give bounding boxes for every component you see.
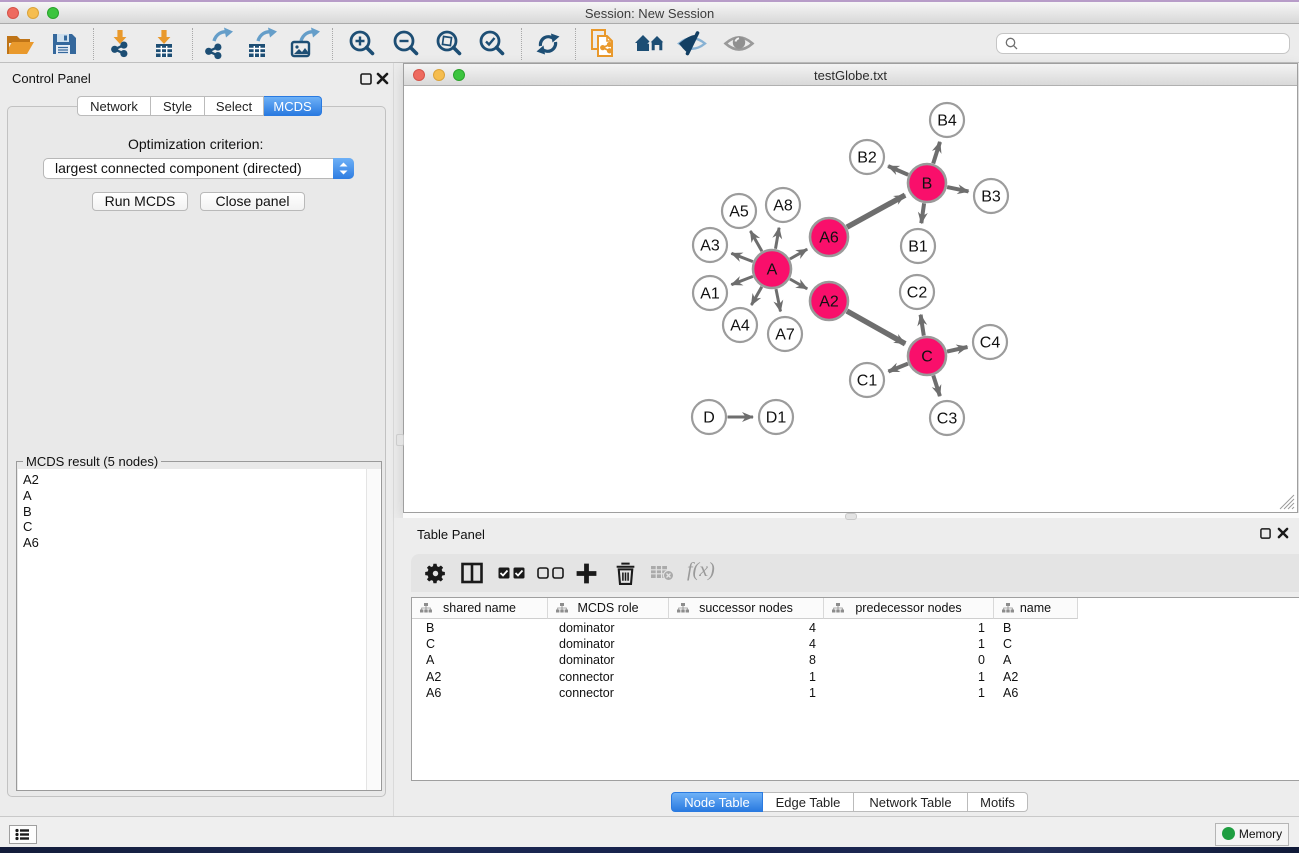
svg-text:B1: B1 (908, 239, 928, 256)
svg-text:A6: A6 (819, 230, 839, 247)
svg-text:C: C (921, 349, 933, 366)
svg-text:B2: B2 (857, 150, 877, 167)
svg-text:D: D (703, 410, 715, 427)
svg-text:B4: B4 (937, 113, 957, 130)
svg-text:A1: A1 (700, 286, 720, 303)
svg-text:A: A (767, 262, 778, 279)
svg-text:A3: A3 (700, 238, 720, 255)
svg-text:D1: D1 (766, 410, 787, 427)
svg-text:A4: A4 (730, 318, 750, 335)
svg-text:B: B (922, 176, 933, 193)
svg-text:C4: C4 (980, 335, 1001, 352)
svg-text:B3: B3 (981, 189, 1001, 206)
svg-text:A8: A8 (773, 198, 793, 215)
svg-text:C1: C1 (857, 373, 878, 390)
svg-text:A5: A5 (729, 204, 749, 221)
svg-text:A2: A2 (819, 294, 839, 311)
svg-text:C3: C3 (937, 411, 958, 428)
svg-text:A7: A7 (775, 327, 795, 344)
svg-text:C2: C2 (907, 285, 928, 302)
